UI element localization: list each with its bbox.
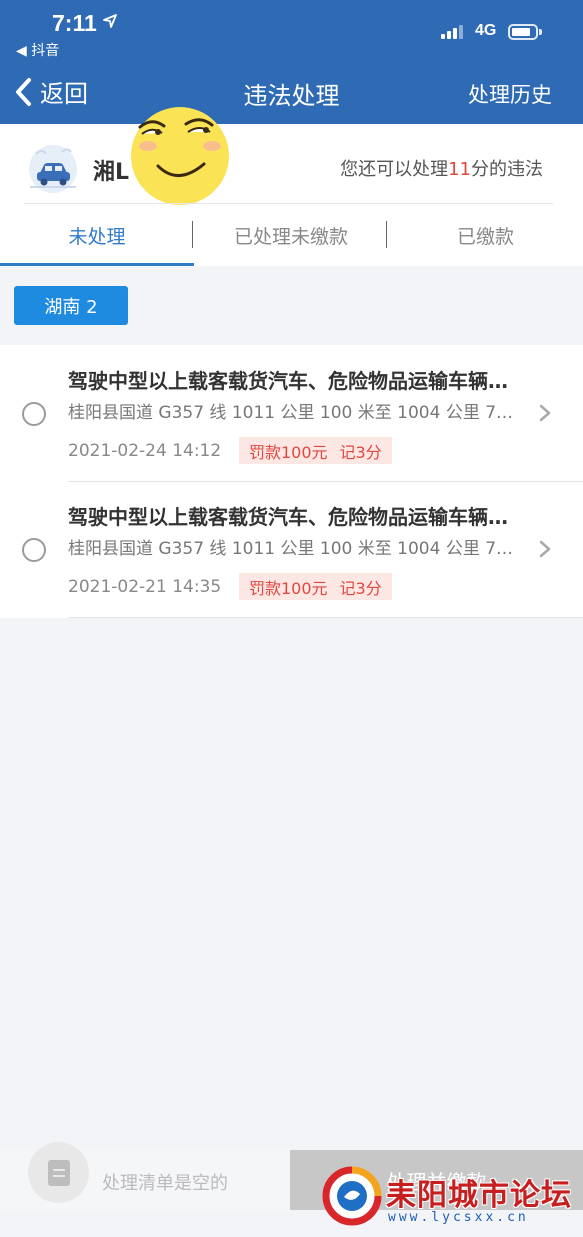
location-arrow-icon — [103, 14, 117, 28]
penalty-points: 记3分 — [339, 578, 382, 598]
tab-unprocessed[interactable]: 未处理 — [0, 204, 194, 266]
chevron-right-icon — [539, 404, 551, 422]
points-suffix: 分的违法 — [471, 159, 543, 180]
province-tag[interactable]: 湖南 2 — [14, 286, 128, 325]
smirk-emoji-sticker — [131, 107, 229, 205]
forum-watermark: 耒阳城市论坛 www.lycsxx.cn — [322, 1166, 583, 1237]
violation-item[interactable]: 驾驶中型以上载客载货汽车、危险物品运输车辆以外的其他机动车行驶超过规定时速 桂阳… — [0, 345, 583, 481]
violation-datetime: 2021-02-24 14:12 — [68, 441, 222, 461]
forum-url: www.lycsxx.cn — [388, 1210, 529, 1225]
violation-list: 驾驶中型以上载客载货汽车、危险物品运输车辆以外的其他机动车行驶超过规定时速 桂阳… — [0, 345, 583, 618]
tab-paid[interactable]: 已缴款 — [388, 204, 583, 266]
select-radio[interactable] — [22, 538, 46, 562]
fine-amount: 罚款100元 — [249, 442, 328, 462]
cart-button[interactable] — [28, 1142, 89, 1203]
penalty-badge: 罚款100元 记3分 — [239, 573, 392, 600]
vehicle-section: 湘L 您还可以处理11分的违法 未处理 已处理未缴款 已缴款 — [0, 107, 583, 266]
history-button[interactable]: 处理历史 — [468, 79, 552, 109]
tab-divider — [386, 221, 387, 248]
violation-datetime: 2021-02-21 14:35 — [68, 577, 222, 597]
violation-location: 桂阳县国道 G357 线 1011 公里 100 米至 1004 公里 700 … — [68, 403, 520, 423]
page-title: 违法处理 — [243, 82, 340, 110]
points-value: 11 — [448, 159, 471, 180]
tab-processed-unpaid[interactable]: 已处理未缴款 — [194, 204, 388, 266]
battery-icon — [508, 24, 542, 40]
chevron-right-icon — [539, 540, 551, 558]
violation-item[interactable]: 驾驶中型以上载客载货汽车、危险物品运输车辆以外的其他机动车行驶超过规定时速 桂阳… — [0, 481, 583, 617]
back-to-app-link[interactable]: ◀ 抖音 — [16, 40, 59, 60]
network-type: 4G — [475, 22, 497, 39]
status-tabs: 未处理 已处理未缴款 已缴款 — [0, 204, 583, 266]
chevron-left-icon — [16, 77, 31, 106]
back-button[interactable]: 返回 — [14, 74, 88, 109]
forum-logo-icon — [322, 1166, 382, 1226]
car-icon — [29, 145, 77, 193]
list-icon — [47, 1159, 70, 1186]
status-time: 7:11 — [52, 10, 97, 36]
violation-title: 驾驶中型以上载客载货汽车、危险物品运输车辆以外的其他机动车行驶超过规定时速 — [68, 369, 518, 393]
select-radio[interactable] — [22, 402, 46, 426]
points-remaining-text: 您还可以处理11分的违法 — [340, 155, 543, 181]
app-header: 7:11 ◀ 抖音 4G 返回 违法处理 处理历史 — [0, 0, 583, 124]
points-prefix: 您还可以处理 — [340, 159, 449, 180]
cellular-signal-icon — [441, 23, 463, 39]
penalty-points: 记3分 — [339, 442, 382, 462]
cart-empty-text: 处理清单是空的 — [102, 1173, 228, 1194]
violation-location: 桂阳县国道 G357 线 1011 公里 100 米至 1004 公里 700 … — [68, 539, 520, 559]
fine-amount: 罚款100元 — [249, 578, 328, 598]
license-plate: 湘L — [93, 160, 130, 185]
tab-divider — [192, 221, 193, 248]
forum-name: 耒阳城市论坛 — [386, 1178, 572, 1213]
violation-title: 驾驶中型以上载客载货汽车、危险物品运输车辆以外的其他机动车行驶超过规定时速 — [68, 505, 518, 529]
back-label: 返回 — [40, 80, 88, 108]
penalty-badge: 罚款100元 记3分 — [239, 437, 392, 464]
